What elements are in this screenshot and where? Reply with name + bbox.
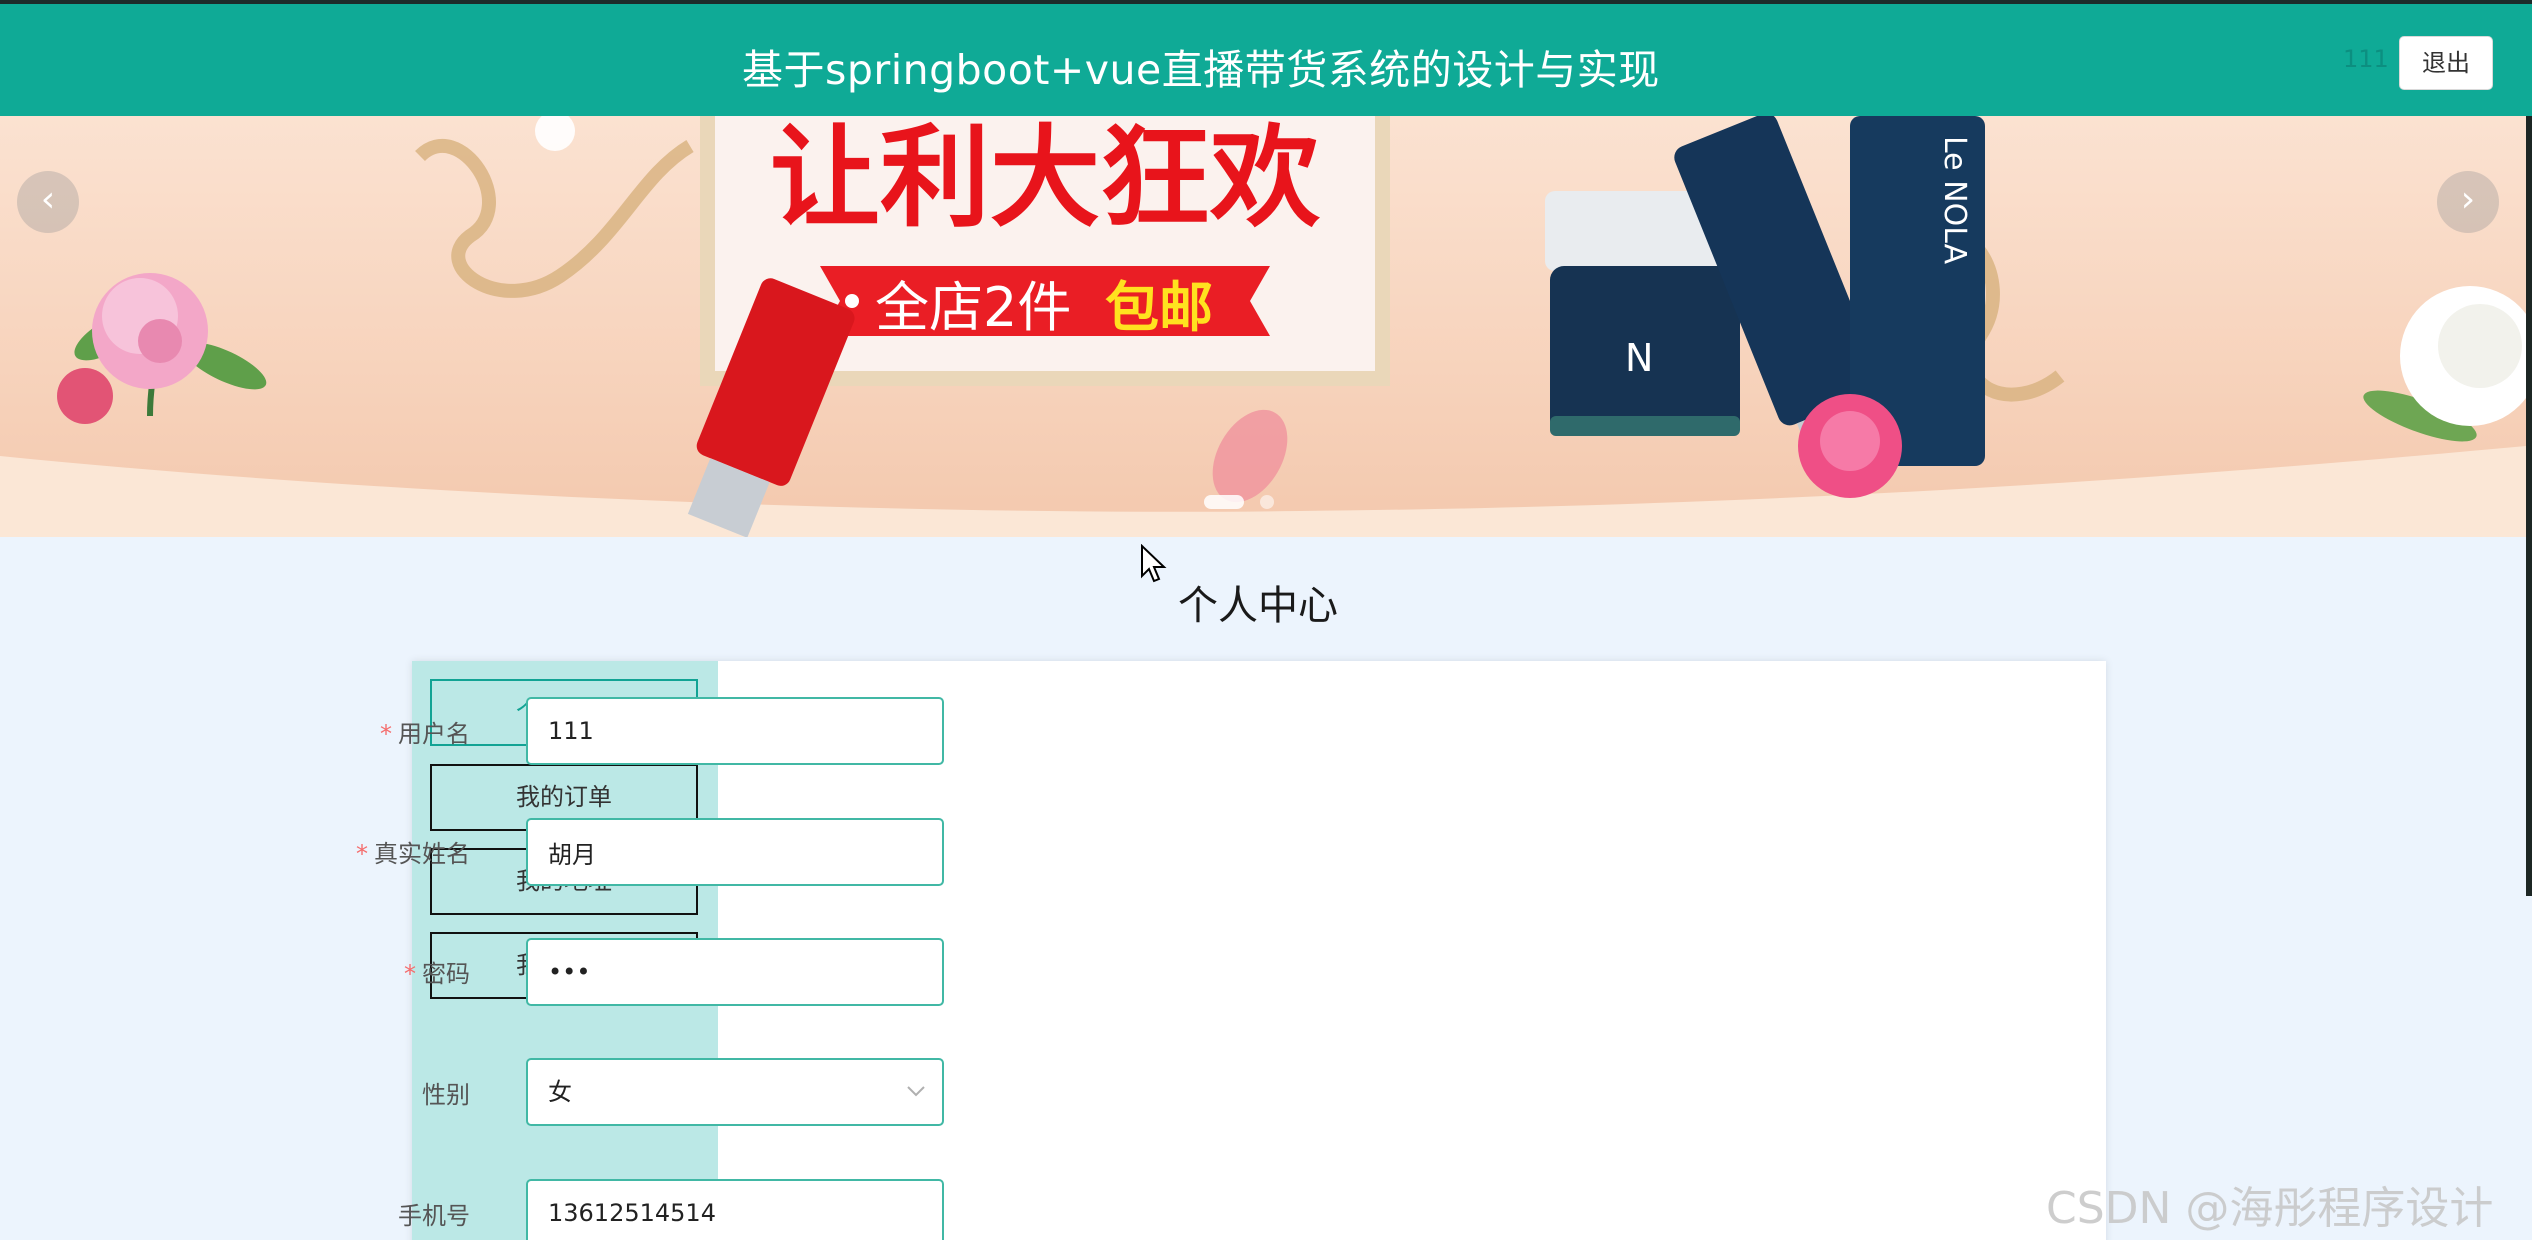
flower-illustration-left [57,273,267,424]
chevron-down-icon [907,1086,925,1097]
svg-text:N: N [1625,336,1653,380]
carousel-prev-button[interactable]: ‹ [17,171,79,233]
mouse-cursor-icon [1141,544,1167,583]
carousel-indicator[interactable] [1260,495,1274,509]
promo-headline: 让利大狂欢 [770,116,1320,242]
carousel-indicator[interactable] [1204,495,1244,509]
username-field[interactable] [526,697,944,765]
promo-subline: 全店2件 [875,276,1071,339]
site-header: 基于springboot+vue直播带货系统的设计与实现 111 退出 [0,4,2532,116]
phone-label: 手机号 [398,1202,470,1230]
required-mark: * [404,960,416,988]
realname-label: * 真实姓名 [356,840,470,868]
watermark: CSDN @海彤程序设计 [2046,1183,2494,1234]
banner-carousel[interactable]: 让利大狂欢 全店2件 包邮 N Le NOLA ‹ › [0,116,2526,537]
site-title: 基于springboot+vue直播带货系统的设计与实现 [742,46,1660,94]
gender-label: 性别 [422,1081,470,1109]
username-label: * 用户名 [380,720,470,748]
brand-text: Le NOLA [1937,136,1972,265]
password-label: * 密码 [404,960,470,988]
chevron-left-icon: ‹ [40,179,56,220]
flower-illustration-right [2363,286,2526,442]
realname-field[interactable] [526,818,944,886]
chevron-right-icon: › [2460,179,2476,220]
gender-select[interactable]: 女 [526,1058,944,1126]
carousel-next-button[interactable]: › [2437,171,2499,233]
gender-value: 女 [548,1078,572,1106]
logout-button[interactable]: 退出 [2399,36,2493,90]
required-mark: * [356,840,368,868]
promo-highlight: 包邮 [1105,276,1213,339]
page-title: 个人中心 [1178,583,1338,629]
red-tube-product [687,278,855,537]
phone-field[interactable] [526,1179,944,1240]
page: 基于springboot+vue直播带货系统的设计与实现 111 退出 让利大狂… [0,0,2532,1240]
password-field[interactable] [526,938,944,1006]
banner-image: 让利大狂欢 全店2件 包邮 N Le NOLA [0,116,2526,537]
header-username[interactable]: 111 [2343,45,2389,73]
required-mark: * [380,720,392,748]
window-edge [2526,116,2532,896]
